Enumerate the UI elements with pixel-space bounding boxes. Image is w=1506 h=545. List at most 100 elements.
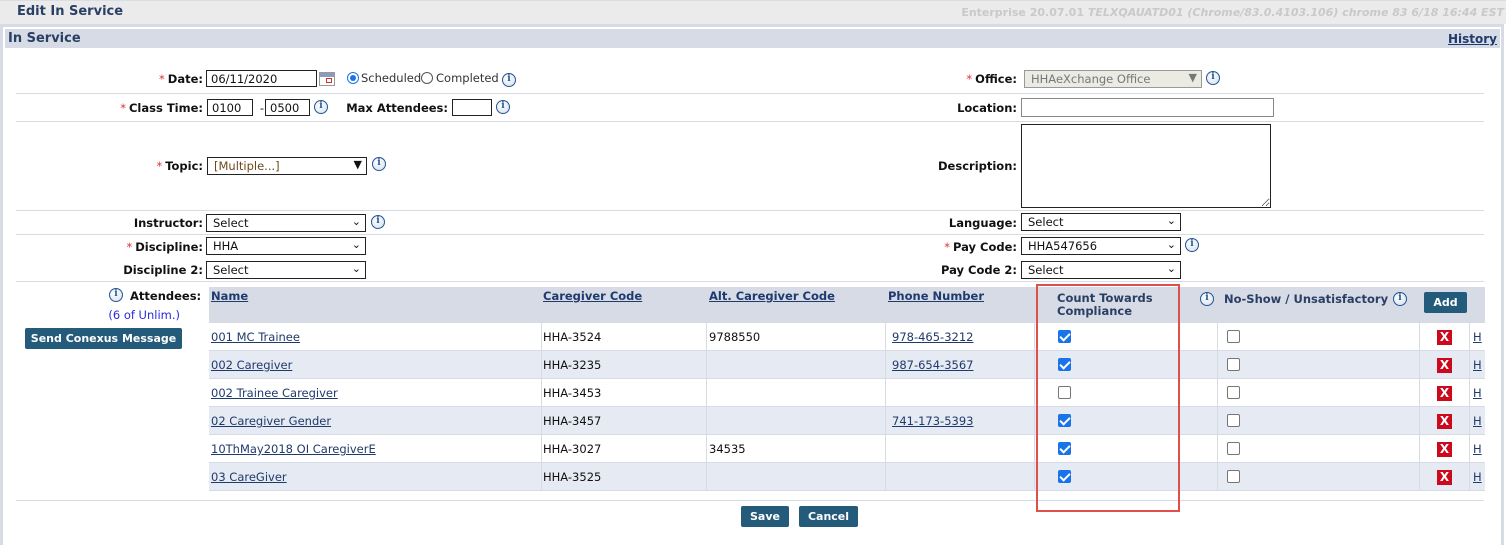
history-link[interactable]: H: [1473, 358, 1482, 372]
scheduled-radio-label[interactable]: Scheduled: [361, 71, 421, 85]
location-input[interactable]: [1021, 98, 1274, 117]
chevron-down-icon: ⌄: [1166, 262, 1176, 275]
column-header-alt-caregiver-code[interactable]: Alt. Caregiver Code: [709, 289, 835, 303]
time-separator: -: [259, 101, 264, 115]
history-link[interactable]: H: [1473, 414, 1482, 428]
max-attendees-input[interactable]: [452, 99, 492, 116]
column-separator: [885, 323, 886, 351]
history-link[interactable]: H: [1473, 386, 1482, 400]
column-separator: [541, 351, 542, 379]
delete-icon[interactable]: X: [1437, 442, 1452, 457]
noshow-checkbox[interactable]: [1227, 386, 1240, 399]
noshow-checkbox[interactable]: [1227, 470, 1240, 483]
column-separator: [1419, 379, 1420, 407]
completed-radio[interactable]: [421, 72, 433, 84]
date-input[interactable]: 06/11/2020: [206, 70, 317, 87]
info-icon[interactable]: i: [314, 100, 328, 114]
info-icon[interactable]: i: [1185, 238, 1199, 252]
phone-number-link[interactable]: 978-465-3212: [892, 330, 973, 344]
info-icon[interactable]: i: [1393, 292, 1407, 306]
pay-code-select[interactable]: HHA547656 ⌄: [1021, 237, 1181, 255]
caregiver-code: HHA-3027: [543, 442, 602, 456]
info-icon[interactable]: i: [109, 288, 123, 302]
version-label: Enterprise 20.07.01: [961, 6, 1084, 19]
attendee-name-link[interactable]: 002 Caregiver: [211, 358, 292, 372]
class-time-from-input[interactable]: 0100: [207, 99, 253, 116]
discipline-select[interactable]: HHA ⌄: [206, 237, 366, 255]
date-label: * Date:: [100, 72, 203, 86]
chevron-down-icon: ⌄: [351, 238, 361, 251]
column-separator: [1034, 435, 1035, 463]
info-icon[interactable]: i: [371, 215, 385, 229]
column-separator: [1469, 351, 1470, 379]
discipline2-select[interactable]: Select ⌄: [206, 261, 366, 279]
phone-number-link[interactable]: 741-173-5393: [892, 414, 973, 428]
caregiver-code: HHA-3453: [543, 386, 602, 400]
column-separator: [1419, 351, 1420, 379]
column-separator: [541, 435, 542, 463]
alt-caregiver-code: 34535: [709, 442, 746, 456]
column-separator: [541, 379, 542, 407]
info-icon[interactable]: i: [1200, 292, 1214, 306]
column-separator: [885, 463, 886, 491]
delete-icon[interactable]: X: [1437, 386, 1452, 401]
noshow-checkbox[interactable]: [1227, 330, 1240, 343]
info-icon[interactable]: i: [1206, 71, 1220, 85]
column-separator: [541, 463, 542, 491]
attendees-count: (6 of Unlim.): [108, 308, 180, 322]
attendee-name-link[interactable]: 03 CareGiver: [211, 470, 287, 484]
phone-number-link[interactable]: 987-654-3567: [892, 358, 973, 372]
delete-icon[interactable]: X: [1437, 414, 1452, 429]
office-select[interactable]: HHAeXchange Office ▼: [1024, 70, 1202, 88]
calendar-icon[interactable]: [319, 72, 335, 86]
delete-icon[interactable]: X: [1437, 330, 1452, 345]
add-attendee-button[interactable]: Add: [1424, 292, 1467, 313]
instructor-select[interactable]: Select ⌄: [206, 214, 366, 232]
attendee-name-link[interactable]: 10ThMay2018 OI CaregiverE: [211, 442, 376, 456]
alt-caregiver-code: 9788550: [709, 330, 761, 344]
table-row: 002 Trainee Caregiver HHA-3453 X H: [209, 379, 1485, 407]
column-separator: [1034, 463, 1035, 491]
attendee-name-link[interactable]: 002 Trainee Caregiver: [211, 386, 338, 400]
topic-select[interactable]: [Multiple...] ▼: [207, 157, 367, 175]
history-link[interactable]: History: [1448, 32, 1497, 46]
info-icon[interactable]: i: [502, 73, 516, 87]
class-time-to-input[interactable]: 0500: [265, 99, 310, 116]
column-header-name[interactable]: Name: [211, 289, 248, 303]
history-link[interactable]: H: [1473, 442, 1482, 456]
office-select-value: HHAeXchange Office: [1031, 72, 1151, 86]
attendee-name-link[interactable]: 001 MC Trainee: [211, 330, 300, 344]
attendee-name-link[interactable]: 02 Caregiver Gender: [211, 414, 331, 428]
column-separator: [706, 463, 707, 491]
language-label: Language:: [948, 216, 1017, 230]
table-row: 001 MC Trainee HHA-3524 9788550 978-465-321…: [209, 323, 1485, 351]
topic-label-text: Topic:: [165, 159, 203, 173]
noshow-checkbox[interactable]: [1227, 414, 1240, 427]
completed-radio-label[interactable]: Completed: [436, 71, 499, 85]
column-separator: [1217, 351, 1218, 379]
column-header-caregiver-code[interactable]: Caregiver Code: [543, 289, 642, 303]
pay-code2-label: Pay Code 2:: [940, 263, 1017, 277]
pay-code2-select[interactable]: Select ⌄: [1021, 261, 1181, 279]
language-select[interactable]: Select ⌄: [1021, 213, 1181, 231]
column-separator: [1469, 463, 1470, 491]
noshow-checkbox[interactable]: [1227, 358, 1240, 371]
send-conexus-message-button[interactable]: Send Conexus Message: [25, 328, 182, 349]
history-link[interactable]: H: [1473, 330, 1482, 344]
delete-icon[interactable]: X: [1437, 470, 1452, 485]
info-icon[interactable]: i: [496, 100, 510, 114]
section-header: In Service History: [5, 29, 1500, 48]
info-icon[interactable]: i: [372, 157, 386, 171]
history-link[interactable]: H: [1473, 470, 1482, 484]
noshow-checkbox[interactable]: [1227, 442, 1240, 455]
column-header-phone-number[interactable]: Phone Number: [888, 289, 984, 303]
delete-icon[interactable]: X: [1437, 358, 1452, 373]
save-button[interactable]: Save: [741, 506, 789, 527]
description-textarea[interactable]: [1021, 124, 1271, 208]
version-detail: TELXQAUATD01 (Chrome/83.0.4103.106) chro…: [1087, 6, 1504, 19]
column-separator: [1419, 463, 1420, 491]
table-row: 002 Caregiver HHA-3235 987-654-3567 X H: [209, 351, 1485, 379]
scheduled-radio[interactable]: [347, 72, 359, 84]
cancel-button[interactable]: Cancel: [799, 506, 858, 527]
pay-code-label: * Pay Code:: [900, 240, 1017, 254]
